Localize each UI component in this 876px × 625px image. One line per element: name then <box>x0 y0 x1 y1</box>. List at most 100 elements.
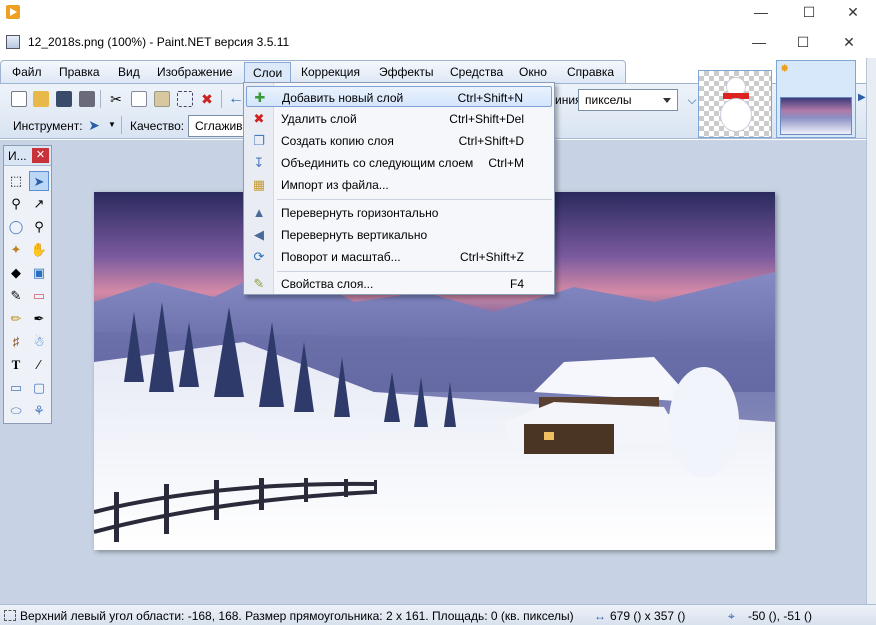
image-tab-snowman[interactable] <box>698 70 772 138</box>
tool-dropdown-icon[interactable]: ▼ <box>104 117 120 133</box>
save-icon[interactable] <box>56 91 72 107</box>
menu-item-shortcut: Ctrl+Shift+Del <box>449 112 524 126</box>
snowman-body <box>720 98 752 132</box>
tools-window-titlebar[interactable]: И... ✕ <box>4 146 51 166</box>
menu-utilities[interactable]: Средства <box>450 65 503 79</box>
units-select[interactable]: пикселы <box>578 89 678 111</box>
quality-select-value: Сглажива <box>195 119 248 133</box>
zoom-icon[interactable]: ⚲ <box>29 217 49 237</box>
menu-item-merge-layer-down[interactable]: ↧ Объединить со следующим слоем Ctrl+M <box>246 152 552 173</box>
menu-item-layer-properties[interactable]: ✎ Свойства слоя... F4 <box>246 273 552 294</box>
open-folder-icon[interactable] <box>33 91 49 107</box>
modified-star-icon: ✸ <box>780 63 790 75</box>
tools-window-close-icon[interactable]: ✕ <box>32 148 49 163</box>
chevron-down-icon <box>663 98 671 103</box>
move-selection-icon[interactable]: ➤ <box>86 117 102 133</box>
text-tool-icon[interactable]: T <box>6 355 26 375</box>
rotate-zoom-icon: ⟳ <box>253 249 265 264</box>
menu-item-label: Объединить со следующим слоем <box>281 156 474 170</box>
ellipse-shape-icon[interactable]: ⬭ <box>6 401 26 421</box>
menu-item-duplicate-layer[interactable]: ❐ Создать копию слоя Ctrl+Shift+D <box>246 130 552 151</box>
menu-edit[interactable]: Правка <box>59 65 100 79</box>
menu-separator <box>277 199 552 200</box>
menu-image[interactable]: Изображение <box>157 65 233 79</box>
host-close-button[interactable]: ✕ <box>830 0 876 26</box>
undo-icon[interactable]: ← <box>228 91 244 107</box>
gradient-icon[interactable]: ▣ <box>29 263 49 283</box>
flip-vertical-icon: ◀ <box>254 227 264 242</box>
quality-label: Качество: <box>130 119 185 133</box>
menu-item-import-from-file[interactable]: ▦ Импорт из файла... <box>246 174 552 195</box>
clone-stamp-icon[interactable]: ♯ <box>6 332 26 352</box>
new-file-icon[interactable] <box>11 91 27 107</box>
host-minimize-button[interactable]: — <box>738 0 784 26</box>
menu-effects[interactable]: Эффекты <box>379 65 434 79</box>
menu-item-add-new-layer[interactable]: ✚ Добавить новый слой Ctrl+Shift+N <box>246 86 552 107</box>
delete-layer-icon: ✖ <box>253 111 265 126</box>
menu-item-shortcut: Ctrl+Shift+N <box>457 91 523 105</box>
paintbrush-icon[interactable]: ✎ <box>6 286 26 306</box>
menu-item-flip-horizontal[interactable]: ▲ Перевернуть горизонтально <box>246 202 552 223</box>
menu-item-rotate-zoom[interactable]: ⟳ Поворот и масштаб... Ctrl+Shift+Z <box>246 246 552 267</box>
cut-icon[interactable]: ✂ <box>108 91 124 107</box>
menu-item-label: Поворот и масштаб... <box>281 250 401 264</box>
print-icon[interactable] <box>79 91 95 107</box>
menu-item-delete-layer[interactable]: ✖ Удалить слой Ctrl+Shift+Del <box>246 108 552 129</box>
menu-layers[interactable]: Слои <box>244 62 292 84</box>
menu-item-shortcut: Ctrl+Shift+D <box>458 134 524 148</box>
copy-icon[interactable] <box>131 91 147 107</box>
lasso-select-icon[interactable]: ⚲ <box>6 194 26 214</box>
crop-icon[interactable] <box>177 91 193 107</box>
paint-bucket-icon[interactable]: ◆ <box>6 263 26 283</box>
thumbnails-scroll-right-icon[interactable]: ▶ <box>858 92 866 103</box>
merge-layer-icon: ↧ <box>253 155 265 170</box>
menu-adjustments[interactable]: Коррекция <box>301 65 360 79</box>
menu-item-label: Свойства слоя... <box>281 277 374 291</box>
menu-view[interactable]: Вид <box>118 65 140 79</box>
cursor-position: -50 (), -51 () <box>748 609 813 623</box>
menu-separator <box>277 271 552 272</box>
host-title-bar: — ☐ ✕ <box>0 0 876 26</box>
pencil-icon[interactable]: ✏ <box>6 309 26 329</box>
vertical-scrollbar[interactable] <box>866 58 876 604</box>
ellipse-select-icon[interactable]: ◯ <box>6 217 26 237</box>
rectangle-shape-icon[interactable]: ▭ <box>6 378 26 398</box>
menu-item-label: Создать копию слоя <box>281 134 394 148</box>
rectangle-select-icon[interactable]: ⬚ <box>6 171 26 191</box>
menu-item-label: Перевернуть вертикально <box>281 228 428 242</box>
paste-icon[interactable] <box>154 91 170 107</box>
line-curve-icon[interactable]: ∕ <box>29 355 49 375</box>
minimize-button[interactable]: — <box>736 30 782 56</box>
deselect-icon[interactable]: ✖ <box>199 91 215 107</box>
close-button[interactable]: ✕ <box>826 30 872 56</box>
menu-bar: Файл Правка Вид Изображение Слои Коррекц… <box>0 60 626 84</box>
menu-item-flip-vertical[interactable]: ◀ Перевернуть вертикально <box>246 224 552 245</box>
color-picker-icon[interactable]: ✒ <box>29 309 49 329</box>
image-tab-winter[interactable]: ✸ <box>776 60 856 138</box>
menu-file[interactable]: Файл <box>12 65 42 79</box>
menu-item-shortcut: F4 <box>509 277 524 291</box>
move-selection-outline-icon[interactable]: ↗ <box>29 194 49 214</box>
menu-window[interactable]: Окно <box>519 65 547 79</box>
rounded-rectangle-icon[interactable]: ▢ <box>29 378 49 398</box>
tools-window-title: И... <box>8 149 27 163</box>
layer-properties-icon: ✎ <box>253 276 265 291</box>
window-title-bar: 12_2018s.png (100%) - Paint.NET версия 3… <box>0 26 876 58</box>
freeform-shape-icon[interactable]: ⚘ <box>29 401 49 421</box>
add-layer-icon: ✚ <box>254 90 266 105</box>
recolor-icon[interactable]: ☃ <box>29 332 49 352</box>
host-maximize-button[interactable]: ☐ <box>786 0 832 26</box>
magic-wand-icon[interactable]: ✦ <box>6 240 26 260</box>
eraser-icon[interactable]: ▭ <box>29 286 49 306</box>
maximize-button[interactable]: ☐ <box>780 30 826 56</box>
menu-help[interactable]: Справка <box>567 65 614 79</box>
tool-label: Инструмент: <box>13 119 83 133</box>
window-title: 12_2018s.png (100%) - Paint.NET версия 3… <box>28 35 290 49</box>
selection-icon <box>4 610 16 621</box>
move-selection-tool-icon[interactable]: ➤ <box>29 171 49 191</box>
units-select-value: пикселы <box>585 93 632 107</box>
quality-select[interactable]: Сглажива <box>188 115 248 137</box>
layers-dropdown-menu: ✚ Добавить новый слой Ctrl+Shift+N ✖ Уда… <box>243 82 555 295</box>
pan-hand-icon[interactable]: ✋ <box>29 240 49 260</box>
winter-thumbnail <box>780 97 852 135</box>
